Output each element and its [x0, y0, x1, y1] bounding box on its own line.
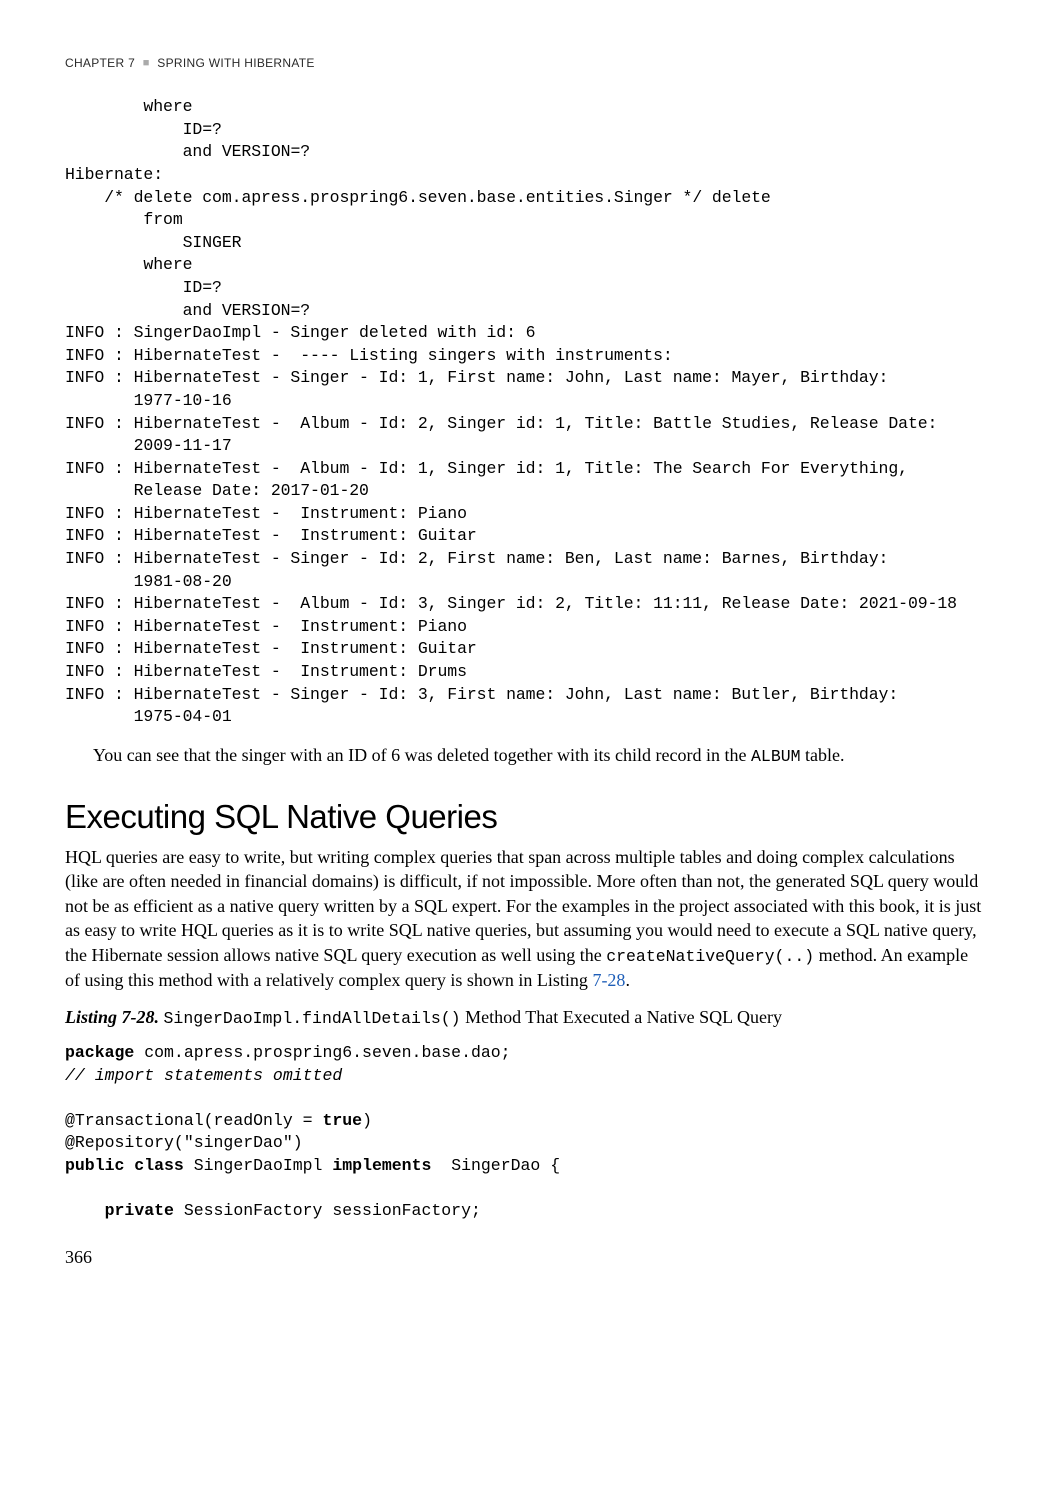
import-comment: // import statements omitted [65, 1066, 342, 1085]
kw-public-class: public class [65, 1156, 184, 1175]
pkg-name: com.apress.prospring6.seven.base.dao; [134, 1043, 510, 1062]
para2-code1: createNativeQuery(..) [606, 947, 814, 966]
page-header: CHAPTER 7 ■ SPRING WITH HIBERNATE [65, 55, 985, 71]
listing-method: SingerDaoImpl.findAllDetails() [164, 1009, 461, 1028]
chapter-label: CHAPTER 7 [65, 56, 135, 70]
listing-caption: Listing 7-28. SingerDaoImpl.findAllDetai… [65, 1005, 985, 1030]
listing-rest: Method That Executed a Native SQL Query [461, 1007, 782, 1027]
anno1-post: ) [362, 1111, 372, 1130]
para1-post: table. [801, 745, 845, 765]
field-decl: SessionFactory sessionFactory; [174, 1201, 481, 1220]
para2-t3: . [625, 970, 630, 990]
section-intro-paragraph: HQL queries are easy to write, but writi… [65, 845, 985, 993]
paragraph-after-output: You can see that the singer with an ID o… [65, 743, 985, 769]
kw-private: private [105, 1201, 174, 1220]
para1-pre: You can see that the singer with an ID o… [93, 745, 751, 765]
listing-ref-link[interactable]: 7-28 [592, 970, 625, 990]
kw-true: true [322, 1111, 362, 1130]
section-heading: Executing SQL Native Queries [65, 799, 985, 835]
header-separator: ■ [143, 56, 150, 71]
iface: SingerDao { [431, 1156, 560, 1175]
para1-code: ALBUM [751, 747, 801, 766]
anno1-pre: @Transactional(readOnly = [65, 1111, 322, 1130]
class-name: SingerDaoImpl [184, 1156, 333, 1175]
listing-label: Listing 7-28. [65, 1007, 159, 1027]
anno2: @Repository("singerDao") [65, 1133, 303, 1152]
kw-package: package [65, 1043, 134, 1062]
code-listing: package com.apress.prospring6.seven.base… [65, 1042, 985, 1223]
console-output: where ID=? and VERSION=? Hibernate: /* d… [65, 96, 985, 729]
kw-implements: implements [332, 1156, 431, 1175]
chapter-title: SPRING WITH HIBERNATE [157, 56, 314, 70]
page-number: 366 [65, 1245, 985, 1269]
